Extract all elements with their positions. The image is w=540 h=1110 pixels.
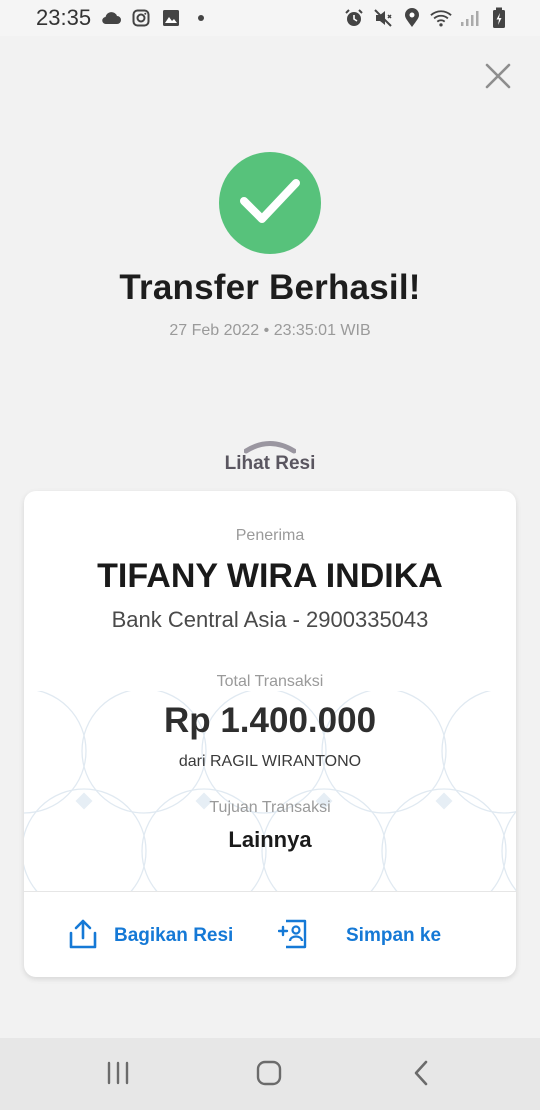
share-receipt-button[interactable]: Bagikan Resi [68,916,233,956]
recipient-bank-account: Bank Central Asia - 2900335043 [111,607,429,632]
back-button[interactable] [405,1060,437,1090]
navigation-bar [0,1038,540,1110]
add-contact-icon [277,918,308,954]
recent-apps-button[interactable] [102,1060,134,1090]
save-to-label: Simpan ke [346,925,442,946]
home-button[interactable] [253,1060,285,1090]
total-label: Total Transaksi [216,673,324,690]
signal-icon [459,7,481,29]
recipient-name: TIFANY WIRA INDIKA [97,557,443,595]
close-button[interactable] [482,62,514,94]
view-receipt-button[interactable]: Lihat Resi [0,453,540,475]
success-badge [219,152,321,254]
share-icon [68,918,98,954]
close-icon [485,63,511,93]
check-icon [238,176,302,230]
chevron-up-icon[interactable] [244,438,296,454]
transaction-datetime: 27 Feb 2022 • 23:35:01 WIB [169,322,371,339]
receipt-card: Penerima TIFANY WIRA INDIKA Bank Central… [24,491,516,977]
battery-icon [488,7,510,29]
purpose-label: Tujuan Transaksi [209,799,331,816]
transaction-amount: Rp 1.400.000 [163,701,377,740]
status-bar: 23:35 [0,0,540,36]
home-icon [255,1059,283,1091]
status-left-icons [100,6,212,30]
back-icon [411,1059,431,1091]
recipient-label: Penerima [235,527,305,544]
cloud-icon [100,7,122,29]
page-title: Transfer Berhasil! [119,268,421,307]
share-receipt-label: Bagikan Resi [114,925,234,946]
receipt-actions: Bagikan Resi Simpan ke [24,892,516,977]
alarm-icon [343,7,365,29]
recent-apps-icon [105,1061,131,1089]
dot-icon [190,7,212,29]
transaction-purpose: Lainnya [228,827,312,852]
mute-icon [372,7,394,29]
sender-name: dari RAGIL WIRANTONO [178,753,362,770]
status-right-icons [343,6,510,30]
location-icon [401,7,423,29]
image-icon [160,7,182,29]
instagram-icon [130,7,152,29]
wifi-icon [430,7,452,29]
save-to-button[interactable]: Simpan ke [277,916,442,956]
status-time: 23:35 [36,5,92,30]
